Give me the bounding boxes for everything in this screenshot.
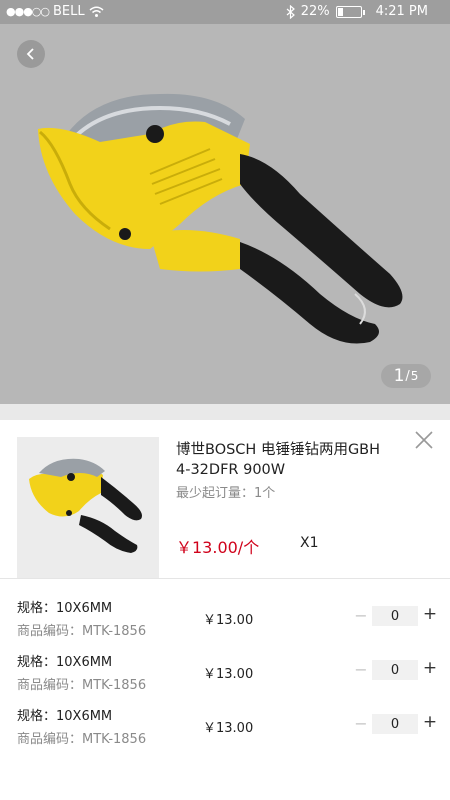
variant-row: 规格：10X6MM 商品编码：MTK-1856 ￥13.00 − + <box>0 597 450 651</box>
status-left: ●●●○○ BELL <box>6 4 104 19</box>
variant-spec: 规格：10X6MM <box>17 709 113 724</box>
gallery-bottom-band <box>0 404 450 420</box>
quantity-input[interactable] <box>372 660 418 680</box>
decrease-quantity-button[interactable]: − <box>354 606 368 625</box>
variant-row: 规格：10X6MM 商品编码：MTK-1856 ￥13.00 − + <box>0 651 450 705</box>
unit-price: ￥13.00/个 <box>176 538 260 557</box>
status-bar: ●●●○○ BELL 22% 4:21 PM <box>0 0 450 24</box>
back-button[interactable] <box>17 40 45 68</box>
variant-price: ￥13.00 <box>203 721 254 736</box>
variant-sku: 商品编码：MTK-1856 <box>17 624 147 639</box>
increase-quantity-button[interactable]: + <box>422 658 438 678</box>
decrease-quantity-button[interactable]: − <box>354 660 368 679</box>
chevron-left-icon <box>26 48 34 60</box>
clock: 4:21 PM <box>375 4 428 19</box>
variant-price: ￥13.00 <box>203 613 254 628</box>
minimum-order-quantity: 最少起订量：1个 <box>176 486 276 501</box>
variant-spec: 规格：10X6MM <box>17 601 113 616</box>
variant-price: ￥13.00 <box>203 667 254 682</box>
variant-sku: 商品编码：MTK-1856 <box>17 732 147 747</box>
product-photo <box>38 93 403 344</box>
sheet-divider <box>0 578 450 579</box>
signal-strength: ●●●○○ <box>6 5 50 18</box>
image-pager: 1 / 5 <box>381 364 431 388</box>
increase-quantity-button[interactable]: + <box>422 604 438 624</box>
status-right: 22% 4:21 PM <box>286 4 428 19</box>
wifi-icon <box>89 6 104 17</box>
pager-total: 5 <box>410 369 419 383</box>
battery-level <box>337 7 343 16</box>
quantity-input[interactable] <box>372 714 418 734</box>
quantity-input[interactable] <box>372 606 418 626</box>
decrease-quantity-button[interactable]: − <box>354 714 368 733</box>
product-thumbnail <box>17 437 159 579</box>
battery-percent: 22% <box>300 4 330 19</box>
pager-separator: / <box>405 368 410 384</box>
spec-selection-sheet: 博世BOSCH 电锤锤钻两用GBH 4-32DFR 900W 最少起订量：1个 … <box>0 420 450 800</box>
variant-row: 规格：10X6MM 商品编码：MTK-1856 ￥13.00 − + <box>0 705 450 759</box>
close-button[interactable] <box>412 428 436 452</box>
close-icon <box>415 431 433 449</box>
increase-quantity-button[interactable]: + <box>422 712 438 732</box>
battery-icon <box>335 5 365 18</box>
product-gallery[interactable]: 1 / 5 <box>0 24 450 410</box>
pager-current: 1 <box>393 366 405 386</box>
product-thumbnail-image <box>29 458 142 553</box>
product-title: 博世BOSCH 电锤锤钻两用GBH 4-32DFR 900W <box>176 442 381 478</box>
carrier-name: BELL <box>53 4 85 19</box>
variant-sku: 商品编码：MTK-1856 <box>17 678 147 693</box>
selected-quantity: X1 <box>300 535 319 551</box>
variant-spec: 规格：10X6MM <box>17 655 113 670</box>
bluetooth-icon <box>286 4 295 19</box>
